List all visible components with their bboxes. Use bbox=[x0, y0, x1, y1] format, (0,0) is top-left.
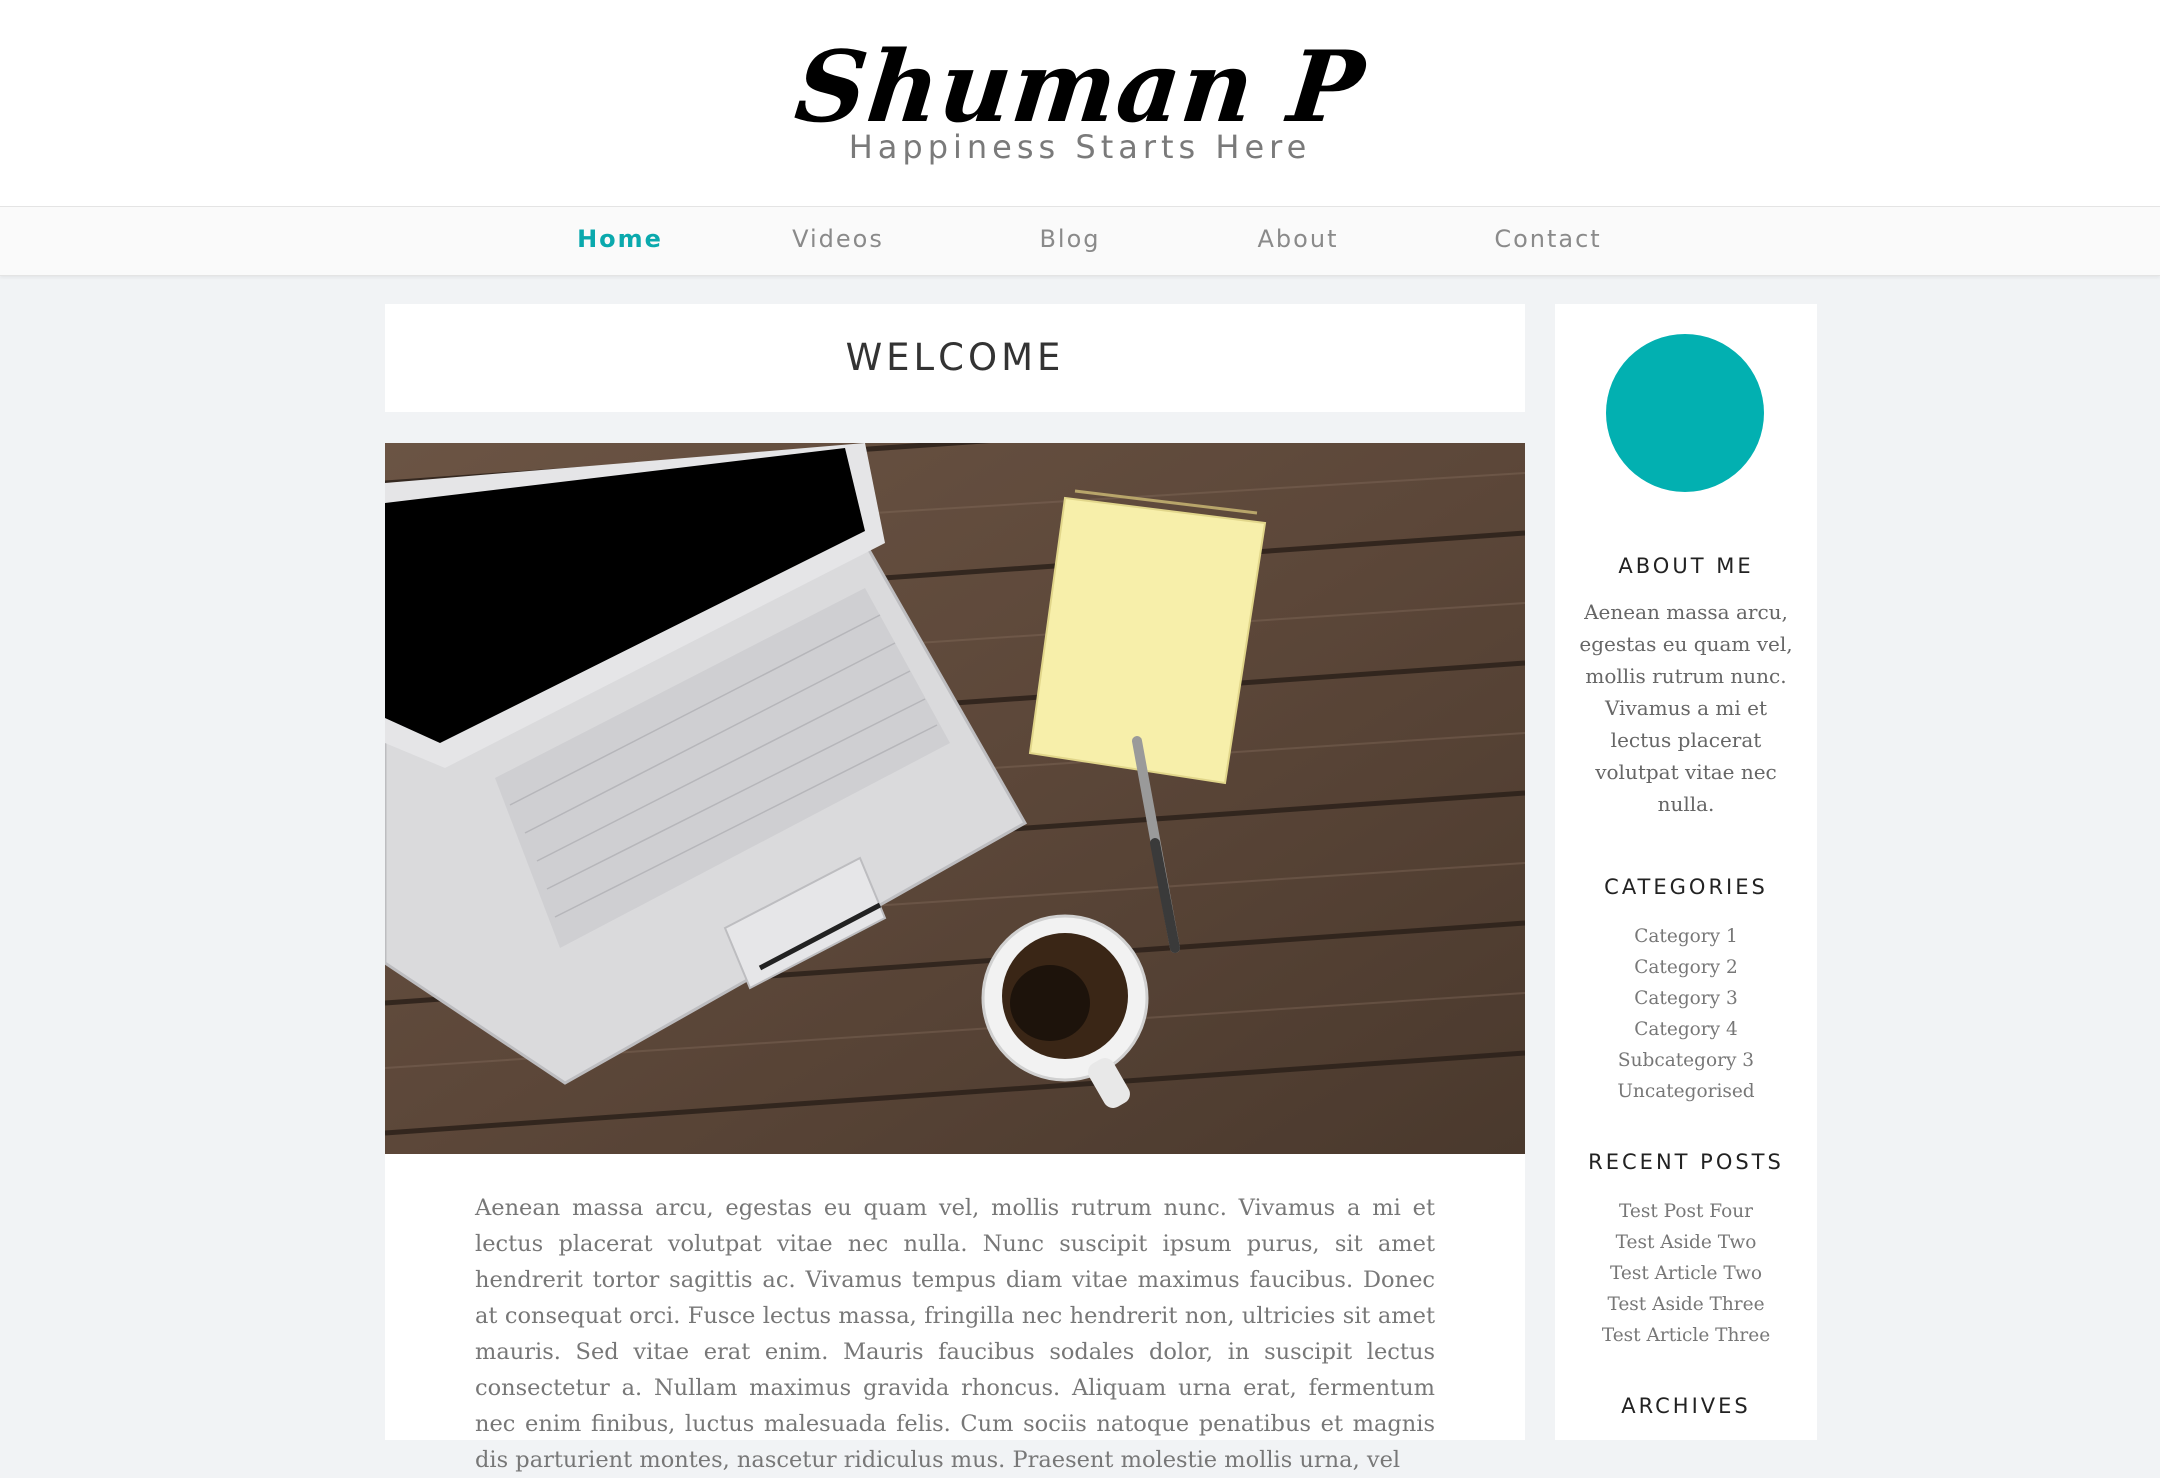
sidebar: ABOUT ME Aenean massa arcu, egestas eu q… bbox=[1555, 304, 1817, 1440]
hero-photo-illustration bbox=[385, 443, 1525, 1154]
category-link[interactable]: Uncategorised bbox=[1555, 1076, 1817, 1107]
categories-list: Category 1 Category 2 Category 3 Categor… bbox=[1555, 921, 1817, 1107]
category-link[interactable]: Category 1 bbox=[1555, 921, 1817, 952]
nav-item-contact[interactable]: Contact bbox=[1488, 225, 1608, 253]
about-me-text: Aenean massa arcu, egestas eu quam vel, … bbox=[1579, 600, 1793, 816]
nav-item-blog[interactable]: Blog bbox=[1010, 225, 1130, 253]
recent-post-link[interactable]: Test Article Three bbox=[1555, 1320, 1817, 1351]
recent-posts-list: Test Post Four Test Aside Two Test Artic… bbox=[1555, 1196, 1817, 1351]
category-link[interactable]: Category 2 bbox=[1555, 952, 1817, 983]
about-me-title: ABOUT ME bbox=[1618, 554, 1754, 578]
site-header: Shuman P Happiness Starts Here bbox=[0, 0, 2160, 206]
page-title: WELCOME bbox=[845, 336, 1065, 379]
nav-item-videos[interactable]: Videos bbox=[778, 225, 898, 253]
recent-post-link[interactable]: Test Post Four bbox=[1555, 1196, 1817, 1227]
category-link[interactable]: Subcategory 3 bbox=[1555, 1045, 1817, 1076]
recent-post-link[interactable]: Test Article Two bbox=[1555, 1258, 1817, 1289]
category-link[interactable]: Category 4 bbox=[1555, 1014, 1817, 1045]
avatar bbox=[1606, 334, 1764, 492]
recent-post-link[interactable]: Test Aside Two bbox=[1555, 1227, 1817, 1258]
page-title-box: WELCOME bbox=[385, 304, 1525, 412]
categories-title: CATEGORIES bbox=[1604, 875, 1768, 899]
site-tagline: Happiness Starts Here bbox=[848, 128, 1312, 166]
article-text: Aenean massa arcu, egestas eu quam vel, … bbox=[475, 1195, 1435, 1473]
article-body: Aenean massa arcu, egestas eu quam vel, … bbox=[385, 1154, 1525, 1473]
recent-posts-title: RECENT POSTS bbox=[1588, 1150, 1784, 1174]
category-link[interactable]: Category 3 bbox=[1555, 983, 1817, 1014]
nav-item-about[interactable]: About bbox=[1238, 225, 1358, 253]
hero-image bbox=[385, 443, 1525, 1154]
recent-post-link[interactable]: Test Aside Three bbox=[1555, 1289, 1817, 1320]
archives-title: ARCHIVES bbox=[1621, 1394, 1751, 1418]
main-nav: Home Videos Blog About Contact bbox=[0, 206, 2160, 276]
nav-item-home[interactable]: Home bbox=[560, 225, 680, 253]
